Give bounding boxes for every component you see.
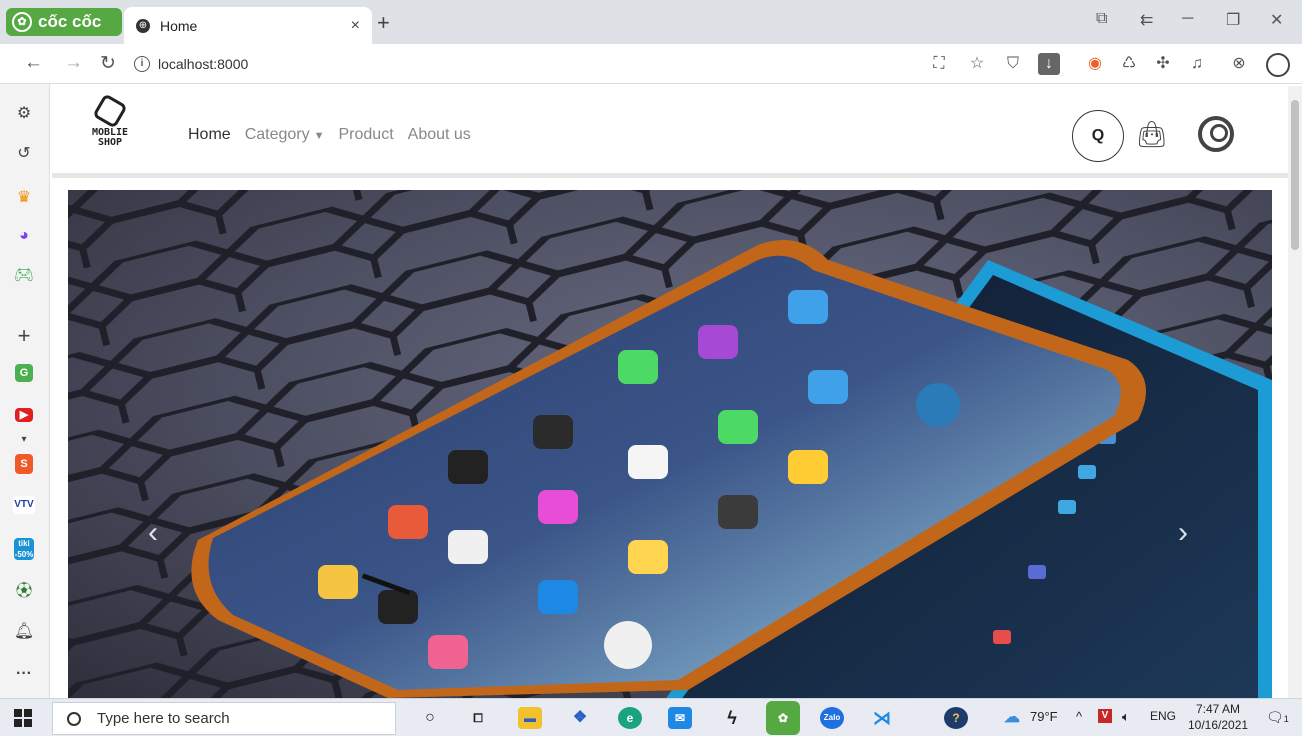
site-info-icon[interactable]: i: [134, 56, 150, 72]
football-icon[interactable]: ⚽︎: [12, 580, 36, 604]
reload-icon[interactable]: ↻: [100, 52, 116, 75]
forward-icon[interactable]: →: [64, 52, 83, 74]
carousel-next-button[interactable]: ›: [1178, 516, 1188, 550]
edge-icon[interactable]: e: [618, 707, 642, 729]
vscode-icon[interactable]: ⋊: [870, 707, 894, 729]
taskbar-search-placeholder: Type here to search: [97, 710, 230, 727]
taskbar-clock[interactable]: 7:47 AM 10/16/2021: [1188, 701, 1248, 733]
recycle-icon[interactable]: ♺: [1118, 53, 1140, 75]
clock-time: 7:47 AM: [1195, 702, 1241, 716]
shield-icon[interactable]: ⛉: [1002, 53, 1024, 75]
coccoc-menu-button[interactable]: ✿ cốc cốc: [6, 8, 122, 36]
more-options-icon[interactable]: ···: [12, 662, 36, 686]
scrollbar-thumb[interactable]: [1291, 100, 1299, 250]
close-window-button[interactable]: ✕: [1270, 10, 1283, 30]
browser-sidebar: ⚙ ↺ ♛ ◕ 🎮︎ + G ▶ ▾ S VTV tiki -50% ⚽︎ 🔔︎ …: [0, 84, 50, 698]
globe-icon: ⊕: [136, 18, 150, 33]
youtube-icon[interactable]: ▶: [15, 408, 33, 422]
extensions-puzzle-icon[interactable]: ✣: [1152, 53, 1174, 75]
shopping-bag-icon[interactable]: 👜︎: [1134, 116, 1170, 152]
notification-count: 1: [1283, 714, 1289, 724]
cortana-icon[interactable]: ○: [418, 707, 442, 729]
temperature-label[interactable]: 79°F: [1030, 709, 1058, 724]
url-text: localhost:8000: [158, 56, 249, 72]
web-page-viewport: MOBLIE SHOP Home Category ▼ Product About…: [52, 86, 1288, 698]
add-app-icon[interactable]: +: [12, 324, 36, 348]
windows-start-icon[interactable]: [14, 709, 32, 727]
bookmark-star-icon[interactable]: ☆: [966, 53, 988, 75]
file-explorer-icon[interactable]: ▬: [518, 707, 542, 729]
screenshot-icon[interactable]: ⧉: [1096, 10, 1107, 28]
taskbar-search-box[interactable]: Type here to search: [52, 702, 396, 735]
tiki-icon[interactable]: tiki -50%: [14, 538, 34, 560]
profile-icon[interactable]: ⊗: [1228, 53, 1250, 75]
site-logo[interactable]: MOBLIE SHOP: [80, 93, 140, 148]
chevron-down-icon[interactable]: ▾: [12, 428, 36, 452]
music-list-icon[interactable]: ♫: [1186, 53, 1208, 75]
settings-gear-icon[interactable]: ⚙: [12, 102, 36, 126]
tab-title: Home: [160, 17, 198, 34]
restore-button[interactable]: ❐: [1226, 10, 1240, 30]
account-circle-icon[interactable]: [1266, 53, 1290, 77]
minimize-button[interactable]: ─: [1182, 10, 1193, 28]
menu-item-home[interactable]: Home: [188, 126, 231, 144]
crown-icon[interactable]: ♛: [12, 186, 36, 210]
shopee-icon[interactable]: S: [15, 454, 33, 474]
notification-center-icon[interactable]: 🗨︎1: [1266, 709, 1289, 726]
user-account-icon[interactable]: [1198, 116, 1234, 152]
help-icon[interactable]: ?: [944, 707, 968, 729]
language-label[interactable]: ENG: [1150, 709, 1176, 723]
download-icon[interactable]: ↓: [1038, 53, 1060, 75]
site-navbar: MOBLIE SHOP Home Category ▼ Product About…: [52, 86, 1288, 178]
gamepad-icon[interactable]: 🎮︎: [12, 264, 36, 288]
extension-color-icon[interactable]: ◉: [1084, 53, 1106, 75]
sidebar-toggle-icon[interactable]: ⇇: [1140, 10, 1153, 30]
site-search-button[interactable]: Q: [1072, 110, 1124, 162]
coccoc-logo-icon: ✿: [12, 12, 32, 32]
green-g-app-icon[interactable]: G: [15, 364, 33, 382]
volume-icon[interactable]: 🔈︎: [1122, 709, 1130, 725]
caret-down-icon: ▼: [313, 130, 325, 142]
windows-taskbar: Type here to search ○ ⧠ ▬ ❖ e ✉ ϟ ✿ Zalo…: [0, 698, 1302, 736]
address-bar[interactable]: i localhost:8000: [134, 50, 910, 78]
browser-tab-strip: ✿ cốc cốc ⊕ Home × + ⧉ ⇇ ─ ❐ ✕: [0, 0, 1302, 44]
clock-date: 10/16/2021: [1188, 718, 1249, 732]
task-view-icon[interactable]: ⧠: [466, 707, 490, 729]
history-icon[interactable]: ↺: [12, 142, 36, 166]
tray-app-icon[interactable]: V: [1098, 709, 1112, 723]
search-icon: [67, 711, 81, 726]
site-menu: Home Category ▼ Product About us: [188, 126, 471, 144]
translate-icon[interactable]: ⛶: [928, 53, 950, 75]
notification-bell-icon[interactable]: 🔔︎: [12, 620, 36, 644]
hexagon-floor-background: [68, 190, 1272, 698]
carousel-prev-button[interactable]: ‹: [148, 516, 158, 550]
browser-tab-home[interactable]: ⊕ Home ×: [124, 7, 372, 44]
tray-chevron-up-icon[interactable]: ^: [1076, 709, 1082, 724]
back-icon[interactable]: ←: [24, 52, 43, 74]
dropbox-icon[interactable]: ❖: [568, 707, 592, 729]
hexagon-logo-icon: [92, 93, 128, 129]
close-tab-icon[interactable]: ×: [351, 17, 360, 35]
new-tab-button[interactable]: +: [377, 10, 390, 36]
browser-toolbar: ← → ↻ i localhost:8000 ⛶ ☆ ⛉ ↓ ◉ ♺ ✣ ♫ ⊗: [0, 44, 1302, 84]
browser-brand-label: cốc cốc: [38, 12, 102, 31]
weather-cloud-icon: ☁: [1004, 709, 1020, 726]
coccoc-taskbar-icon[interactable]: ✿: [766, 701, 800, 735]
vtv-icon[interactable]: VTV: [13, 496, 35, 514]
zalo-icon[interactable]: Zalo: [820, 707, 844, 729]
mail-icon[interactable]: ✉: [668, 707, 692, 729]
menu-item-category-label: Category: [244, 126, 310, 143]
logo-line2: SHOP: [97, 137, 123, 148]
menu-item-category[interactable]: Category ▼: [245, 126, 325, 144]
hero-carousel: ‹ ›: [68, 190, 1272, 698]
messenger-icon[interactable]: ◕: [12, 224, 36, 248]
page-scrollbar[interactable]: [1288, 86, 1302, 698]
lightning-app-icon[interactable]: ϟ: [720, 707, 744, 729]
menu-item-product[interactable]: Product: [339, 126, 394, 144]
menu-item-about-us[interactable]: About us: [408, 126, 471, 144]
